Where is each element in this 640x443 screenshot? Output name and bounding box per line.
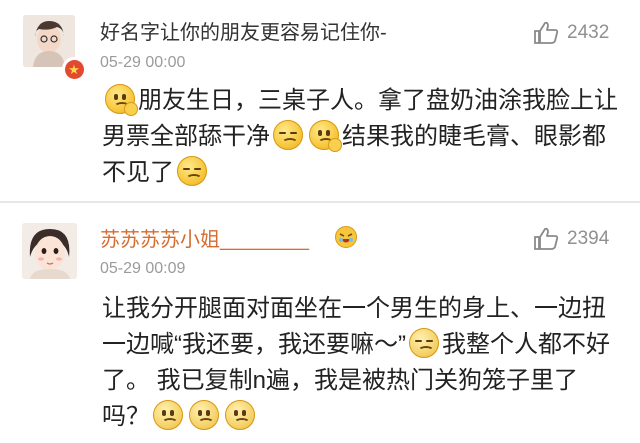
comment-item: ★ 好名字让你的朋友更容易记住你- 05-29 00:00 2432 朋友生日，…	[0, 0, 640, 202]
username[interactable]: 苏苏苏苏小姐________	[100, 223, 309, 252]
comment-text: 朋友生日，三桌子人。拿了盘奶油涂我脸上让男票全部舔干净 结果我的睫毛膏、眼影都不见…	[102, 83, 620, 191]
comment-timestamp: 05-29 00:00	[100, 54, 186, 71]
comment-item: 苏苏苏苏小姐________ 05-29 00:09 2394 让我分开腿面对面…	[0, 203, 640, 443]
thumbs-up-icon	[534, 227, 559, 250]
username[interactable]: 好名字让你的朋友更容易记住你-	[100, 16, 387, 45]
vip-emoji-icon	[334, 225, 358, 249]
verified-star-badge-icon: ★	[62, 57, 86, 81]
emoji-face-icon	[177, 156, 207, 186]
comment-timestamp: 05-29 00:09	[100, 260, 186, 277]
emoji-face-icon	[105, 84, 138, 116]
avatar[interactable]	[22, 223, 77, 279]
like-count: 2394	[567, 228, 610, 249]
thumbs-up-icon	[534, 21, 559, 44]
like-count: 2432	[567, 22, 610, 43]
emoji-face-icon	[273, 120, 303, 150]
comment-text: 让我分开腿面对面坐在一个男生的身上、一边扭一边喊“我还要，我还要嘛～” 我整个人都…	[102, 291, 620, 435]
emoji-face-icon	[408, 328, 439, 358]
like-button[interactable]: 2394	[533, 227, 609, 251]
emoji-face-icon	[189, 400, 219, 430]
emoji-face-icon	[309, 120, 342, 152]
like-button[interactable]: 2432	[533, 21, 609, 45]
emoji-face-icon	[225, 400, 255, 430]
emoji-face-icon	[153, 400, 183, 430]
